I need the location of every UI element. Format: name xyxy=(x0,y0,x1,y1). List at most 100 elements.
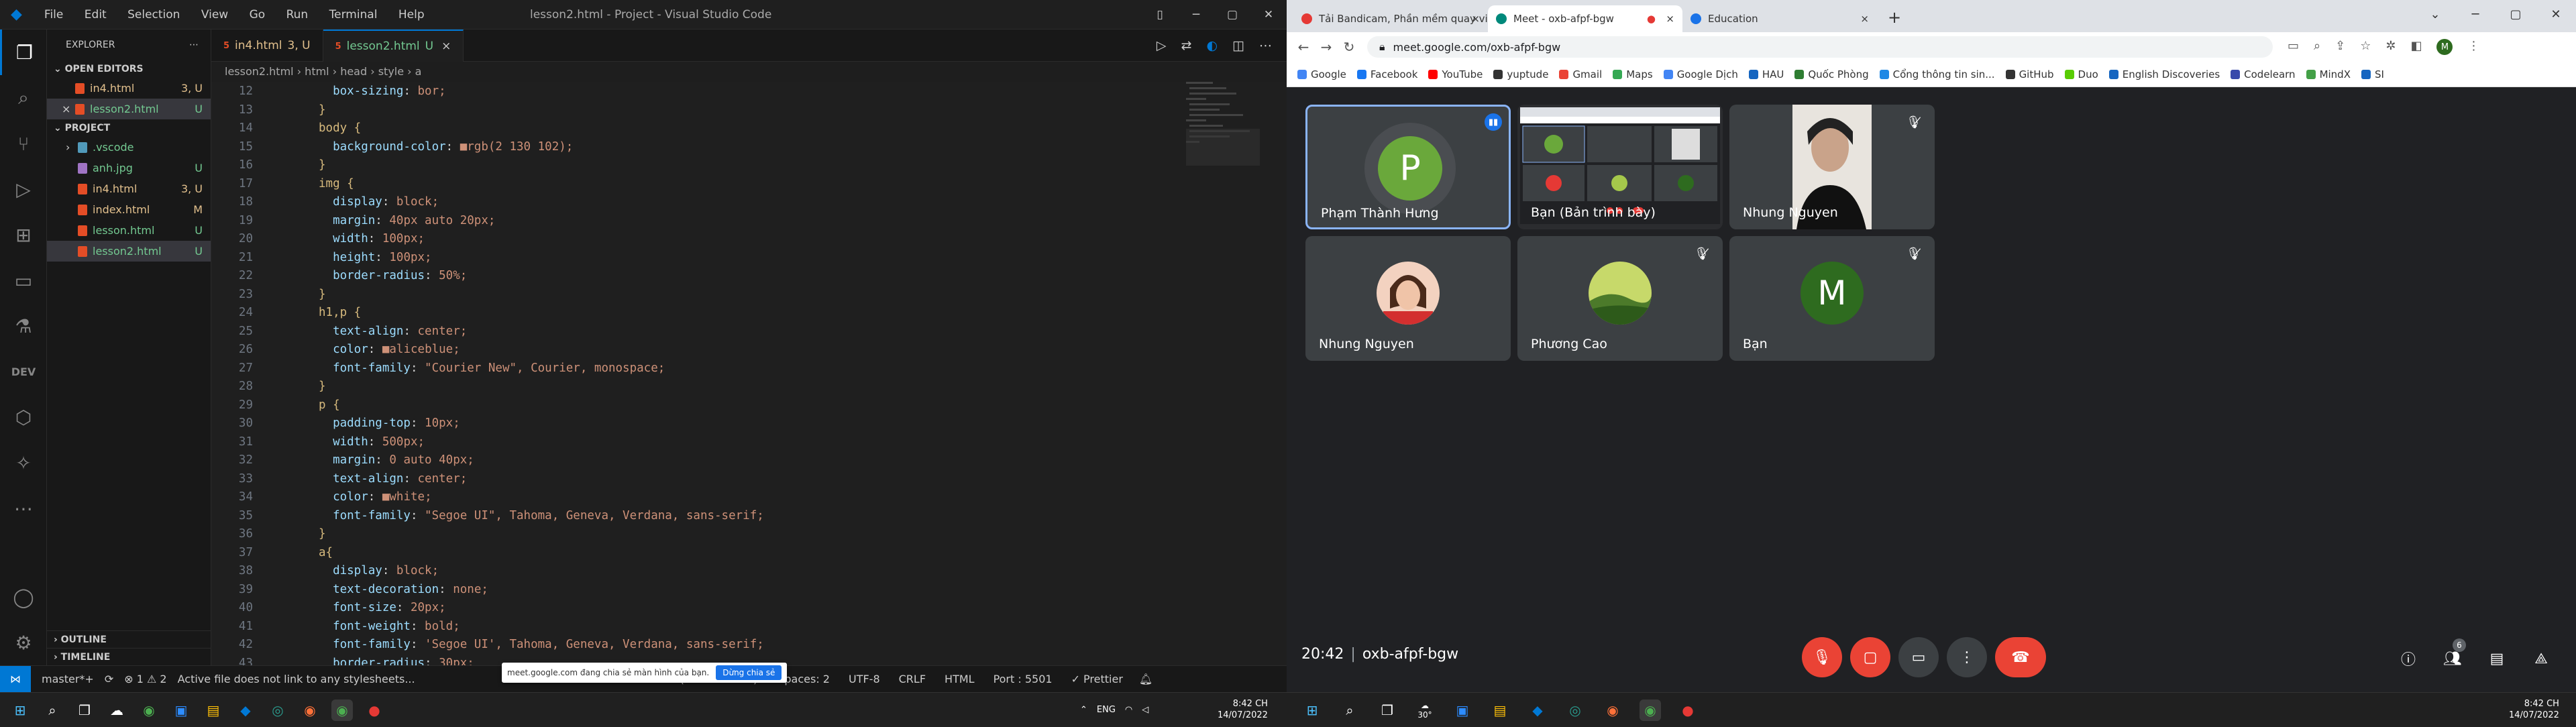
chrome-active-icon[interactable]: ◉ xyxy=(331,700,353,721)
notifications-icon[interactable]: 🔔︎ xyxy=(1139,673,1152,685)
volume-icon[interactable]: ◁ xyxy=(1142,698,1148,722)
bandicam-icon[interactable]: ● xyxy=(1677,700,1699,721)
branch-status[interactable]: master*+ xyxy=(42,673,94,685)
camera-icon[interactable]: ▭ xyxy=(2288,39,2299,55)
run-icon[interactable]: ▷ xyxy=(1157,38,1167,53)
start-icon[interactable]: ⊞ xyxy=(9,700,31,721)
code-line[interactable]: h1,p { xyxy=(319,306,361,319)
code-line[interactable]: } xyxy=(319,158,326,172)
captions-button[interactable]: ▭ xyxy=(1898,637,1939,677)
left-clock[interactable]: 8:42 CH 14/07/2022 xyxy=(1218,698,1268,721)
code-line[interactable]: margin: 0 auto 40px; xyxy=(319,453,474,467)
explorer-icon[interactable]: ❐ xyxy=(0,30,47,75)
code-line[interactable]: a{ xyxy=(319,546,333,559)
bookmark-item[interactable]: Google Dịch xyxy=(1663,68,1738,80)
code-line[interactable]: img { xyxy=(319,177,354,190)
problems-status[interactable]: ⊗ 1 ⚠ 2 xyxy=(124,673,166,685)
leave-call-button[interactable]: ☎ xyxy=(1995,637,2046,677)
open-editor-item[interactable]: × lesson2.html U xyxy=(47,99,211,119)
language-indicator[interactable]: ENG xyxy=(1097,698,1116,722)
chrome-tab-meet[interactable]: Meet - oxb-afpf-bgw ● × xyxy=(1488,5,1682,32)
tab-close-icon[interactable]: × xyxy=(1666,13,1674,25)
minimap[interactable] xyxy=(1186,82,1260,283)
settings-gear-icon[interactable]: ⚙ xyxy=(0,620,47,665)
search-icon[interactable]: ⌕ xyxy=(0,75,47,121)
bookmark-item[interactable]: Quốc Phòng xyxy=(1794,68,1869,80)
bookmark-item[interactable]: Cổng thông tin sin... xyxy=(1879,68,1995,80)
code-line[interactable]: box-sizing: bor; xyxy=(319,85,446,98)
right-clock[interactable]: 8:42 CH 14/07/2022 xyxy=(2509,698,2559,721)
edge-icon[interactable]: ◎ xyxy=(267,700,288,721)
code-line[interactable]: } xyxy=(319,527,326,541)
code-line[interactable]: border-radius: 50%; xyxy=(319,269,467,282)
prettier-status[interactable]: ✓ Prettier xyxy=(1071,673,1123,685)
new-tab-button[interactable]: + xyxy=(1888,8,1901,27)
activities-icon[interactable]: ⟁ xyxy=(2526,644,2556,673)
participant-tile[interactable]: P ▮▮ Phạm Thành Hưng xyxy=(1305,105,1511,229)
code-line[interactable]: background-color: ■rgb(2 130 102); xyxy=(319,140,573,154)
code-line[interactable]: font-family: "Courier New", Courier, mon… xyxy=(319,361,665,375)
explorer-icon[interactable]: ▤ xyxy=(1489,700,1511,721)
dev-icon[interactable]: DEV xyxy=(0,349,47,394)
zoom-icon[interactable]: ▣ xyxy=(1452,700,1473,721)
presentation-tile[interactable]: Bạn (Bản trình bày) xyxy=(1517,105,1723,229)
task-view-icon[interactable]: ❐ xyxy=(74,700,95,721)
account-icon[interactable]: ◯ xyxy=(0,574,47,620)
bookmark-item[interactable]: Maps xyxy=(1613,68,1653,80)
forward-icon[interactable]: → xyxy=(1315,39,1338,55)
bookmark-item[interactable]: yuptude xyxy=(1493,68,1548,80)
menu-terminal[interactable]: Terminal xyxy=(329,8,378,21)
meeting-details-icon[interactable]: ⓘ xyxy=(2394,644,2423,673)
code-line[interactable]: p { xyxy=(319,398,340,412)
chrome-active-icon[interactable]: ◉ xyxy=(1640,700,1661,721)
more-options-button[interactable]: ⋮ xyxy=(1947,637,1987,677)
tab-in4[interactable]: 5 in4.html 3, U xyxy=(211,30,323,62)
extensions-icon[interactable]: ⊞ xyxy=(0,212,47,258)
tab-lesson2[interactable]: 5 lesson2.html U × xyxy=(323,30,464,62)
extensions-icon[interactable]: ✲ xyxy=(2385,39,2396,55)
eol-status[interactable]: CRLF xyxy=(899,673,926,685)
participant-tile[interactable]: Nhung Nguyen xyxy=(1305,236,1511,361)
bookmark-item[interactable]: GitHub xyxy=(2005,68,2054,80)
menu-run[interactable]: Run xyxy=(286,8,309,21)
bookmark-item[interactable]: Codelearn xyxy=(2231,68,2296,80)
edge-icon[interactable]: ◎ xyxy=(1564,700,1586,721)
weather-icon[interactable]: ☁ 30° xyxy=(1414,700,1436,721)
zoom-icon[interactable]: ⌕ xyxy=(2314,39,2320,55)
remote-explorer-icon[interactable]: ▭ xyxy=(0,258,47,303)
remote-icon[interactable]: ⋈ xyxy=(0,665,31,692)
tab-search-icon[interactable]: ⌄ xyxy=(2415,0,2455,30)
code-line[interactable]: height: 100px; xyxy=(319,251,432,264)
more-icon[interactable]: ⋯ xyxy=(0,486,47,531)
chrome-tab-education[interactable]: Education × xyxy=(1682,5,1877,32)
mic-toggle-button[interactable]: 🎙︎ xyxy=(1802,637,1842,677)
run-debug-icon[interactable]: ▷ xyxy=(0,166,47,212)
minimize-icon[interactable]: ─ xyxy=(2455,0,2496,30)
start-icon[interactable]: ⊞ xyxy=(1301,700,1323,721)
close-icon[interactable]: × xyxy=(62,99,71,119)
explorer-more-icon[interactable]: ⋯ xyxy=(189,30,199,60)
close-icon[interactable]: ✕ xyxy=(2536,0,2576,30)
language-status[interactable]: HTML xyxy=(945,673,975,685)
profile-avatar[interactable]: M xyxy=(2436,39,2453,55)
search-icon[interactable]: ⌕ xyxy=(42,700,63,721)
firefox-icon[interactable]: ◉ xyxy=(1602,700,1623,721)
chat-icon[interactable]: ▤ xyxy=(2482,644,2512,673)
bookmark-item[interactable]: Facebook xyxy=(1356,68,1417,80)
code-line[interactable]: width: 100px; xyxy=(319,232,425,245)
timeline-header[interactable]: › TIMELINE xyxy=(47,648,211,665)
code-line[interactable]: text-decoration: none; xyxy=(319,583,488,596)
chrome-icon[interactable]: ◉ xyxy=(138,700,160,721)
tab-close-icon[interactable]: × xyxy=(441,40,451,53)
wifi-icon[interactable]: ◠ xyxy=(1125,698,1132,722)
layout-icon[interactable]: ▯ xyxy=(1142,0,1178,30)
search-icon[interactable]: ⌕ xyxy=(1339,700,1360,721)
outline-header[interactable]: › OUTLINE xyxy=(47,630,211,648)
file-tree-item[interactable]: lesson2.html U xyxy=(47,241,211,262)
sidebar-icon[interactable]: ◧ xyxy=(2410,39,2422,55)
code-line[interactable]: margin: 40px auto 20px; xyxy=(319,214,495,227)
bookmark-item[interactable]: English Discoveries xyxy=(2108,68,2220,80)
zoom-icon[interactable]: ▣ xyxy=(170,700,192,721)
breadcrumb[interactable]: lesson2.html › html › head › style › a xyxy=(211,62,1287,82)
code-line[interactable]: font-weight: bold; xyxy=(319,620,460,633)
